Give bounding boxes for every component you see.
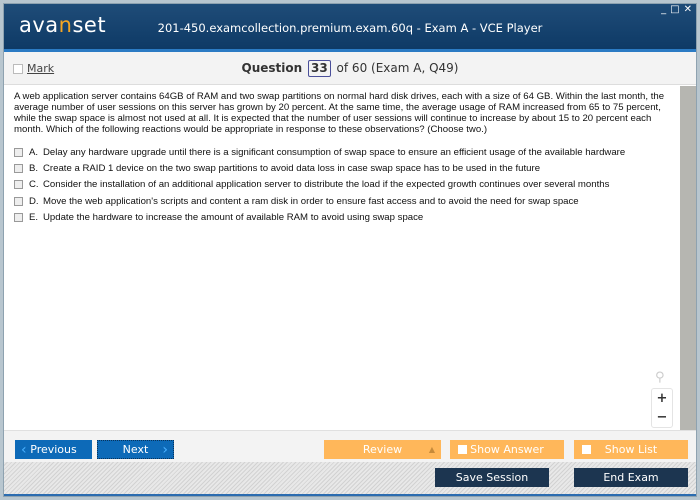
option-d[interactable]: D. Move the web application's scripts an… <box>14 193 670 209</box>
option-letter: C. <box>29 179 39 191</box>
checkbox-icon[interactable] <box>14 147 23 157</box>
title-bar: avanset 201-450.examcollection.premium.e… <box>4 4 696 52</box>
review-label: Review <box>362 443 403 456</box>
end-exam-button[interactable]: End Exam <box>574 468 688 487</box>
option-c[interactable]: C. Consider the installation of an addit… <box>14 177 670 193</box>
question-label: Question <box>241 61 303 75</box>
next-label: Next <box>122 443 149 456</box>
option-text: Consider the installation of an addition… <box>43 179 610 191</box>
previous-label: Previous <box>30 443 77 456</box>
close-icon[interactable]: ✕ <box>684 5 692 15</box>
triangle-up-icon: ▲ <box>428 445 435 454</box>
option-text: Update the hardware to increase the amou… <box>43 211 424 223</box>
checkbox-icon[interactable] <box>14 212 23 222</box>
option-b[interactable]: B. Create a RAID 1 device on the two swa… <box>14 160 670 176</box>
checkbox-icon[interactable] <box>14 180 23 190</box>
option-letter: D. <box>29 195 39 207</box>
save-session-button[interactable]: Save Session <box>435 468 549 487</box>
checkbox-icon[interactable] <box>14 196 23 206</box>
review-button[interactable]: Review ▲ <box>324 440 441 459</box>
footer-bar: Save Session End Exam <box>4 462 696 496</box>
vertical-scrollbar[interactable] <box>680 86 696 430</box>
option-letter: A. <box>29 146 39 158</box>
chevron-left-icon: ‹ <box>21 441 27 458</box>
checkbox-icon[interactable] <box>458 445 467 454</box>
previous-button[interactable]: ‹ Previous <box>15 440 92 459</box>
question-text: A web application server contains 64GB o… <box>14 91 665 135</box>
option-text: Create a RAID 1 device on the two swap p… <box>43 162 541 174</box>
question-number-input[interactable]: 33 <box>308 60 331 77</box>
magnifier-icon: ⚲ <box>655 370 665 385</box>
option-text: Move the web application's scripts and c… <box>43 195 579 207</box>
checkbox-icon[interactable] <box>582 445 591 454</box>
navigation-bar: ‹ Previous Next › Review ▲ Show Answer S… <box>4 430 696 462</box>
window-title: 201-450.examcollection.premium.exam.60q … <box>157 21 543 35</box>
zoom-buttons: + − <box>651 388 673 428</box>
option-a[interactable]: A. Delay any hardware upgrade until ther… <box>14 144 670 160</box>
next-button[interactable]: Next › <box>97 440 174 459</box>
zoom-out-button[interactable]: − <box>652 408 672 427</box>
zoom-in-button[interactable]: + <box>652 389 672 408</box>
question-content: A web application server contains 64GB o… <box>4 86 680 430</box>
option-e[interactable]: E. Update the hardware to increase the a… <box>14 209 670 225</box>
window-controls: _ □ ✕ <box>661 5 692 15</box>
show-answer-label: Show Answer <box>470 443 544 456</box>
maximize-icon[interactable]: □ <box>670 5 679 15</box>
minimize-icon[interactable]: _ <box>661 5 666 15</box>
chevron-right-icon: › <box>162 441 168 458</box>
vce-player-window: avanset 201-450.examcollection.premium.e… <box>3 3 697 497</box>
answer-options: A. Delay any hardware upgrade until ther… <box>14 144 670 225</box>
show-answer-button[interactable]: Show Answer <box>450 440 564 459</box>
question-bar: Mark Question 33 of 60 (Exam A, Q49) <box>4 52 696 85</box>
checkbox-icon[interactable] <box>14 163 23 173</box>
show-list-button[interactable]: Show List <box>574 440 688 459</box>
option-letter: E. <box>29 211 39 223</box>
option-text: Delay any hardware upgrade until there i… <box>43 146 626 158</box>
option-letter: B. <box>29 162 39 174</box>
show-list-label: Show List <box>604 443 658 456</box>
question-total: of 60 (Exam A, Q49) <box>336 61 459 75</box>
question-number: Question 33 of 60 (Exam A, Q49) <box>4 60 696 77</box>
